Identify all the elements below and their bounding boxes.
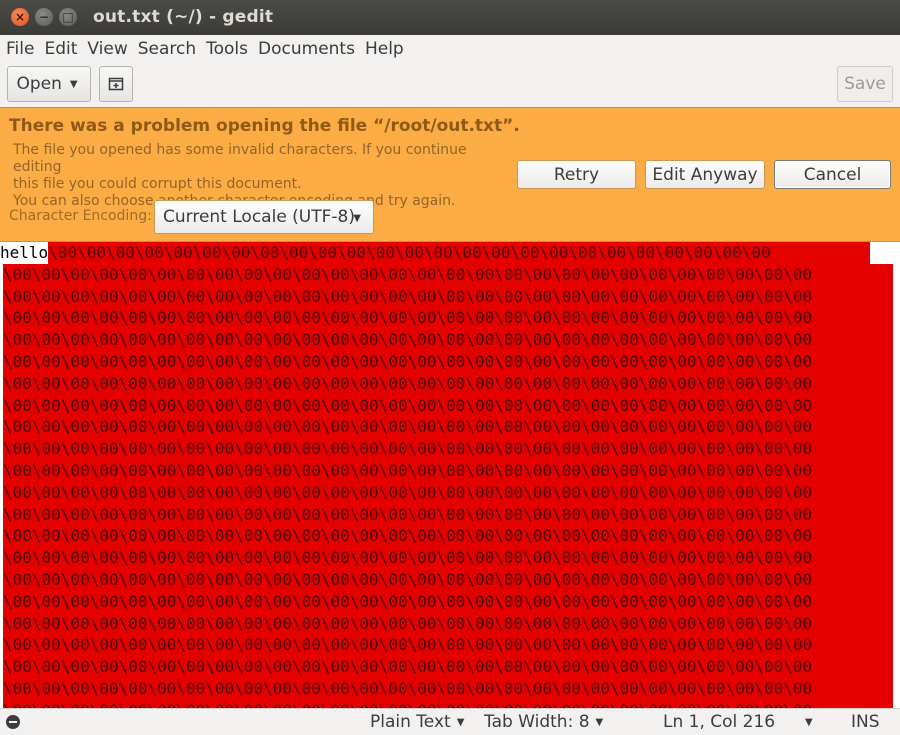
tab-width-selector[interactable]: Tab Width: 8 ▼ bbox=[484, 712, 603, 732]
language-label: Plain Text bbox=[370, 712, 451, 732]
encoding-value: Current Locale (UTF-8) bbox=[163, 207, 355, 227]
maximize-window-button[interactable]: □ bbox=[59, 8, 77, 26]
text-line: \00\00\00\00\00\00\00\00\00\00\00\00\00\… bbox=[0, 547, 900, 569]
retry-button[interactable]: Retry bbox=[517, 160, 636, 189]
menu-tools[interactable]: Tools bbox=[206, 39, 248, 59]
menu-bar: File Edit View Search Tools Documents He… bbox=[0, 35, 900, 62]
minimize-window-button[interactable]: − bbox=[35, 8, 53, 26]
text-editor[interactable]: hello \00\00\00\00\00\00\00\00\00\00\00\0… bbox=[0, 242, 900, 708]
cursor-position: Ln 1, Col 216 bbox=[663, 712, 776, 732]
text-line: \00\00\00\00\00\00\00\00\00\00\00\00\00\… bbox=[0, 525, 900, 548]
text-line: hello \00\00\00\00\00\00\00\00\00\00\00\0… bbox=[0, 242, 900, 264]
text-line: \00\00\00\00\00\00\00\00\00\00\00\00\00\… bbox=[0, 634, 900, 657]
close-icon: × bbox=[14, 10, 26, 24]
menu-edit[interactable]: Edit bbox=[44, 39, 77, 59]
save-button[interactable]: Save bbox=[837, 66, 893, 102]
language-selector[interactable]: Plain Text ▼ bbox=[370, 712, 464, 732]
text-line: \00\00\00\00\00\00\00\00\00\00\00\00\00\… bbox=[0, 481, 900, 504]
invalid-chars-highlight: \00\00\00\00\00\00\00\00\00\00\00\00\00\… bbox=[3, 459, 893, 482]
invalid-chars-highlight: \00\00\00\00\00\00\00\00\00\00\00\00\00\… bbox=[3, 677, 893, 700]
invalid-chars-highlight: \00\00\00\00\00\00\00\00\00\00\00\00\00\… bbox=[3, 394, 893, 417]
invalid-chars-highlight: \00\00\00\00\00\00\00\00\00\00\00\00\00\… bbox=[3, 568, 893, 591]
invalid-chars-highlight: \00\00\00\00\00\00\00\00\00\00\00\00\00\… bbox=[3, 547, 893, 569]
text-line: \00\00\00\00\00\00\00\00\00\00\00\00\00\… bbox=[0, 372, 900, 395]
menu-help[interactable]: Help bbox=[365, 39, 404, 59]
invalid-chars-highlight: \00\00\00\00\00\00\00\00\00\00\00\00\00\… bbox=[3, 372, 893, 395]
minimize-icon: − bbox=[38, 10, 50, 24]
text-line: \00\00\00\00\00\00\00\00\00\00\00\00\00\… bbox=[0, 285, 900, 308]
text-line: \00\00\00\00\00\00\00\00\00\00\00\00\00\… bbox=[0, 677, 900, 700]
chevron-down-icon: ▼ bbox=[595, 717, 604, 728]
menu-view[interactable]: View bbox=[87, 39, 127, 59]
new-tab-button[interactable] bbox=[99, 66, 133, 102]
invalid-chars-highlight: \00\00\00\00\00\00\00\00\00\00\00\00\00\… bbox=[3, 503, 893, 526]
new-document-icon bbox=[108, 77, 124, 91]
tab-width-label: Tab Width: 8 bbox=[484, 712, 590, 732]
infobar-title: There was a problem opening the file “/r… bbox=[9, 116, 520, 136]
open-button-label: Open bbox=[16, 74, 62, 94]
invalid-chars-highlight: \00\00\00\00\00\00\00\00\00\00\00\00\00\… bbox=[3, 699, 893, 708]
invalid-chars-highlight: \00\00\00\00\00\00\00\00\00\00\00\00\00\… bbox=[3, 590, 893, 613]
invalid-chars-highlight: \00\00\00\00\00\00\00\00\00\00\00\00\00\… bbox=[3, 263, 893, 286]
edit-anyway-button[interactable]: Edit Anyway bbox=[645, 160, 765, 189]
text-line: \00\00\00\00\00\00\00\00\00\00\00\00\00\… bbox=[0, 699, 900, 708]
invalid-chars-highlight: \00\00\00\00\00\00\00\00\00\00\00\00\00\… bbox=[3, 438, 893, 460]
panel-toggle-icon[interactable] bbox=[6, 715, 20, 729]
invalid-chars-highlight: \00\00\00\00\00\00\00\00\00\00\00\00\00\… bbox=[3, 307, 893, 330]
chevron-down-icon: ▼ bbox=[456, 717, 465, 728]
menu-documents[interactable]: Documents bbox=[258, 39, 355, 59]
window-title: out.txt (~/) - gedit bbox=[93, 7, 274, 27]
infobar-message-line: The file you opened has some invalid cha… bbox=[13, 142, 467, 175]
encoding-select[interactable]: Current Locale (UTF-8) ▼ bbox=[154, 200, 374, 234]
text-line: \00\00\00\00\00\00\00\00\00\00\00\00\00\… bbox=[0, 350, 900, 373]
invalid-chars-highlight: \00\00\00\00\00\00\00\00\00\00\00\00\00\… bbox=[3, 285, 893, 308]
text-line: \00\00\00\00\00\00\00\00\00\00\00\00\00\… bbox=[0, 612, 900, 635]
text-line: \00\00\00\00\00\00\00\00\00\00\00\00\00\… bbox=[0, 307, 900, 330]
chevron-down-icon: ▼ bbox=[353, 213, 361, 224]
invalid-chars-highlight: \00\00\00\00\00\00\00\00\00\00\00\00\00\… bbox=[3, 656, 893, 678]
menu-file[interactable]: File bbox=[6, 39, 34, 59]
invalid-chars-highlight: \00\00\00\00\00\00\00\00\00\00\00\00\00\… bbox=[3, 416, 893, 439]
close-window-button[interactable]: × bbox=[11, 8, 29, 26]
text-line: \00\00\00\00\00\00\00\00\00\00\00\00\00\… bbox=[0, 568, 900, 591]
cancel-button[interactable]: Cancel bbox=[774, 160, 891, 189]
encoding-label: Character Encoding: bbox=[9, 208, 152, 224]
text-line: \00\00\00\00\00\00\00\00\00\00\00\00\00\… bbox=[0, 263, 900, 286]
chevron-down-icon[interactable]: ▼ bbox=[805, 717, 813, 728]
maximize-icon: □ bbox=[62, 10, 74, 24]
infobar-message-line: this file you could corrupt this documen… bbox=[13, 176, 302, 192]
title-bar: × − □ out.txt (~/) - gedit bbox=[0, 0, 900, 35]
chevron-down-icon: ▼ bbox=[69, 78, 78, 90]
error-infobar: There was a problem opening the file “/r… bbox=[0, 107, 900, 242]
menu-search[interactable]: Search bbox=[138, 39, 196, 59]
text-line: \00\00\00\00\00\00\00\00\00\00\00\00\00\… bbox=[0, 394, 900, 417]
save-button-label: Save bbox=[844, 74, 886, 94]
open-button[interactable]: Open ▼ bbox=[7, 66, 91, 102]
text-line: \00\00\00\00\00\00\00\00\00\00\00\00\00\… bbox=[0, 416, 900, 439]
text-line: \00\00\00\00\00\00\00\00\00\00\00\00\00\… bbox=[0, 656, 900, 678]
invalid-chars-highlight: \00\00\00\00\00\00\00\00\00\00\00\00\00\… bbox=[3, 481, 893, 504]
toolbar: Open ▼ Save bbox=[0, 62, 900, 107]
text-line: \00\00\00\00\00\00\00\00\00\00\00\00\00\… bbox=[0, 503, 900, 526]
insert-mode: INS bbox=[851, 712, 880, 732]
invalid-chars-highlight: \00\00\00\00\00\00\00\00\00\00\00\00\00\… bbox=[3, 329, 893, 351]
text-line: \00\00\00\00\00\00\00\00\00\00\00\00\00\… bbox=[0, 590, 900, 613]
text-line: \00\00\00\00\00\00\00\00\00\00\00\00\00\… bbox=[0, 438, 900, 460]
invalid-chars-highlight: \00\00\00\00\00\00\00\00\00\00\00\00\00\… bbox=[3, 350, 893, 373]
text-line: \00\00\00\00\00\00\00\00\00\00\00\00\00\… bbox=[0, 459, 900, 482]
invalid-chars-highlight: \00\00\00\00\00\00\00\00\00\00\00\00\00\… bbox=[3, 612, 893, 635]
invalid-chars-highlight: \00\00\00\00\00\00\00\00\00\00\00\00\00\… bbox=[48, 242, 871, 264]
status-bar: Plain Text ▼ Tab Width: 8 ▼ Ln 1, Col 216 … bbox=[0, 708, 900, 735]
text-line-content: hello bbox=[0, 243, 49, 262]
invalid-chars-highlight: \00\00\00\00\00\00\00\00\00\00\00\00\00\… bbox=[3, 525, 893, 548]
invalid-chars-highlight: \00\00\00\00\00\00\00\00\00\00\00\00\00\… bbox=[3, 634, 893, 657]
text-line: \00\00\00\00\00\00\00\00\00\00\00\00\00\… bbox=[0, 329, 900, 351]
